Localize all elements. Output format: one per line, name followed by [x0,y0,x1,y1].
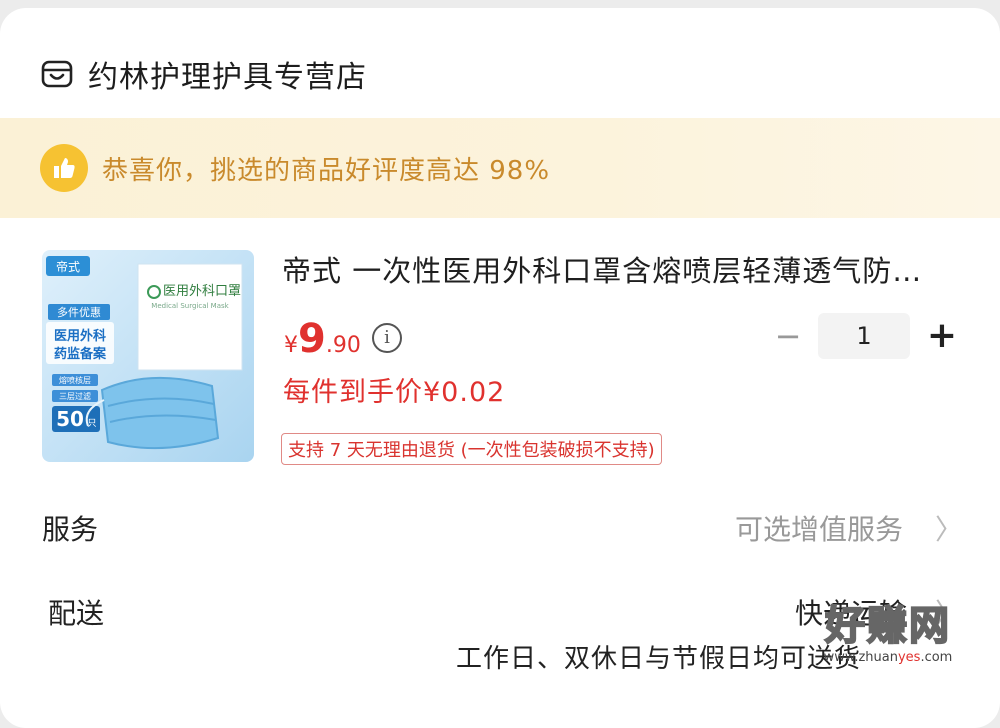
price-decimal: .90 [325,333,361,358]
delivery-label: 配送 [48,597,105,630]
quantity-decrease-button[interactable]: − [770,318,806,354]
store-icon [41,60,73,88]
delivery-note: 工作日、双休日与节假日均可送货 [456,644,862,674]
info-icon[interactable]: i [372,323,402,353]
service-value[interactable]: 可选增值服务 [735,508,903,548]
image-count: 50 [56,407,84,431]
store-name: 约林护理护具专营店 [88,60,367,95]
product-price: ¥ 9 .90 [284,316,361,362]
quantity-increase-button[interactable]: + [922,316,962,356]
delivery-value[interactable]: 快递运输 [795,592,907,632]
price-currency: ¥ [284,333,298,358]
banner-text: 恭喜你，挑选的商品好评度高达 98% [102,155,551,186]
image-cert-line1: 医用外科 [54,328,106,344]
image-pack-title: 医用外科口罩 [163,284,241,299]
chevron-right-icon[interactable]: 〉 [935,592,963,632]
product-image[interactable]: 帝式 医用外科口罩 Medical Surgical Mask 多件优惠 医用外… [42,250,254,462]
image-count-unit: 只 [87,419,96,429]
service-label: 服务 [42,513,99,546]
product-title[interactable]: 帝式 一次性医用外科口罩含熔喷层轻薄透气防… [282,248,962,290]
thumbs-up-icon [40,144,88,192]
image-pack-subtitle: Medical Surgical Mask [151,302,229,310]
quantity-field[interactable]: 1 [818,313,910,359]
final-price: 每件到手价¥0.02 [283,377,506,408]
image-feature2: 三层过滤 [59,391,91,401]
price-integer: 9 [298,316,326,362]
image-cert-line2: 药监备案 [54,346,107,362]
image-brand: 帝式 [56,259,80,274]
image-feature1: 熔喷核层 [59,375,91,385]
store-header[interactable]: 约林护理护具专营店 [40,48,367,100]
chevron-right-icon[interactable]: 〉 [935,508,963,548]
rating-banner: 恭喜你，挑选的商品好评度高达 98% [0,118,1000,218]
return-policy-tag: 支持 7 天无理由退货 (一次性包装破损不支持) [281,433,662,465]
image-promo: 多件优惠 [57,305,101,319]
